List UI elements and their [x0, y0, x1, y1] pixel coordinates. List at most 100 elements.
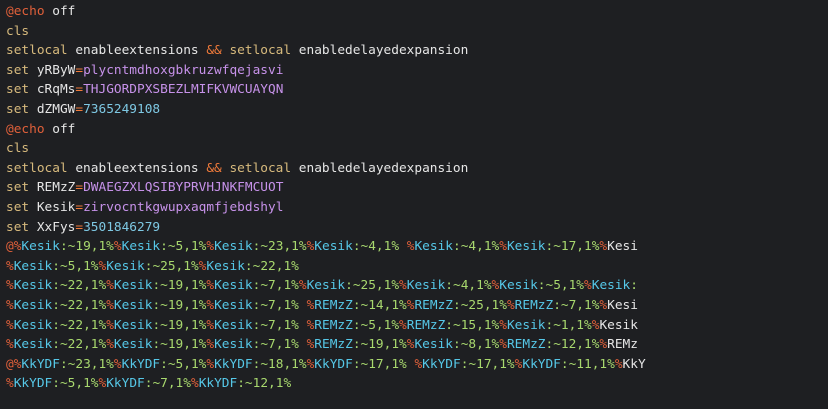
code-token: Kesik:~22,1% [14, 298, 106, 313]
code-token: REMz [607, 337, 638, 353]
variable-name: Kesik [214, 278, 253, 294]
substring-spec: :~17,1% [460, 356, 515, 372]
substring-spec: :~5,1% [52, 258, 99, 274]
variable-name: Kesik [414, 337, 453, 353]
code-token: % [206, 297, 215, 313]
code-token: Kesik:~22,1% [14, 278, 106, 293]
code-line: %Kesik:~5,1%%Kesik:~25,1%%Kesik:~22,1% [6, 257, 828, 277]
variable-name: REMzZ [406, 317, 446, 333]
substring-spec: : [630, 278, 638, 294]
code-token: setlocal [6, 160, 68, 176]
code-token: plycntmdhoxgbkruzwfqejasvi [83, 62, 284, 78]
code-editor[interactable]: @echo off cls setlocal enableextensions &&… [0, 0, 828, 409]
variable-name: Kesik [13, 317, 53, 333]
code-token: enabledelayedexpansion [291, 43, 469, 59]
substring-spec: :~25,1% [345, 278, 400, 294]
substring-spec: :~15,1% [445, 317, 500, 333]
code-token: 7365249108 [83, 101, 161, 117]
code-token: XxFys [29, 219, 76, 235]
substring-spec: :~22,1% [52, 297, 107, 313]
variable-name: Kesik [506, 239, 546, 255]
code-line: cls [6, 22, 828, 42]
variable-name: KkYDF [422, 356, 461, 372]
variable-name: KkYDF [106, 376, 145, 392]
code-token: KkYDF:~5,1% [14, 376, 99, 391]
code-token: REMzZ:~12,1% [507, 337, 599, 352]
code-token: % [614, 356, 623, 372]
variable-name: REMzZ [314, 317, 353, 333]
substring-spec: :~4,1% [453, 239, 500, 255]
code-line: setlocal enableextensions && setlocal en… [6, 41, 828, 61]
code-token: = [75, 199, 84, 215]
variable-name: KkYDF [522, 356, 561, 372]
variable-name: Kesik [106, 258, 145, 274]
code-token: cRqMs [29, 82, 76, 98]
code-token: % [106, 278, 114, 294]
variable-name: Kesik [499, 278, 538, 294]
code-line: %Kesik:~22,1%%Kesik:~19,1%%Kesik:~7,1% %… [6, 296, 828, 316]
code-token: set [6, 199, 30, 215]
code-line: %Kesik:~22,1%%Kesik:~19,1%%Kesik:~7,1%%K… [6, 276, 828, 296]
code-token: % [506, 297, 515, 313]
substring-spec: :~4,1% [352, 239, 400, 255]
code-token: Kesik:~5,1% [14, 259, 99, 274]
substring-spec: :~1,1% [545, 317, 592, 333]
code-line: set Kesik=zirvocntkgwupxaqmfjebdshyl [6, 198, 828, 218]
code-line: %KkYDF:~5,1%%KkYDF:~7,1%%KkYDF:~12,1% [6, 374, 828, 394]
code-token: setlocal [221, 160, 292, 176]
variable-name: Kesik [13, 258, 53, 274]
code-token: % [206, 278, 215, 294]
code-token: Kesik: [592, 278, 638, 293]
substring-spec: :~14,1% [352, 297, 407, 313]
code-token: % [190, 376, 199, 392]
code-token: % [499, 337, 507, 353]
substring-spec: :~4,1% [445, 278, 492, 294]
code-token: off [44, 4, 76, 19]
code-token: % [6, 278, 14, 294]
code-token: REMzZ:~5,1% [314, 318, 399, 333]
variable-name: Kesik [414, 239, 453, 255]
substring-spec: :~7,1% [252, 317, 299, 333]
code-token: % [206, 356, 215, 372]
code-token: % [298, 278, 307, 294]
code-token: Kesik:~19,1% [114, 318, 206, 333]
variable-name: REMzZ [414, 297, 453, 313]
code-line: @%Kesik:~19,1%%Kesik:~5,1%%Kesik:~23,1%%… [6, 237, 828, 257]
substring-spec: :~23,1% [59, 356, 114, 372]
code-token: = [75, 62, 84, 78]
code-token: KkYDF:~17,1% [422, 357, 514, 372]
substring-spec: :~19,1% [152, 337, 207, 353]
substring-spec: :~23,1% [252, 239, 307, 255]
variable-name: Kesik [406, 278, 446, 294]
variable-name: Kesik [506, 317, 546, 333]
code-token: @% [6, 239, 22, 255]
code-token: % [106, 317, 114, 333]
code-token: enabledelayedexpansion [291, 160, 469, 176]
code-token: THJGORDPXSBEZLMIFKVWCUAYQN [83, 82, 284, 98]
code-token: % [399, 317, 407, 333]
substring-spec: :~5,1% [537, 278, 585, 294]
substring-spec: :~25,1% [144, 258, 199, 274]
code-token: Kesik:~4,1% [314, 239, 399, 254]
code-token: % [399, 239, 415, 255]
code-token: % [584, 278, 592, 294]
code-token: set [6, 180, 30, 196]
code-line: set XxFys=3501846279 [6, 218, 828, 238]
code-token: Kesik:~4,1% [407, 278, 492, 293]
code-token: Kesik:~22,1% [14, 337, 106, 352]
code-token: Kesik:~25,1% [307, 278, 399, 293]
code-token: % [6, 317, 14, 333]
code-line: set yRByW=plycntmdhoxgbkruzwfqejasvi [6, 61, 828, 81]
code-token: Kesik:~7,1% [214, 298, 299, 313]
code-token: Kesik:~25,1% [106, 259, 198, 274]
substring-spec: :~19,1% [59, 239, 114, 255]
code-token: % [6, 337, 14, 353]
code-token: = [75, 180, 84, 196]
variable-name: Kesik [306, 278, 346, 294]
variable-name: REMzZ [314, 297, 353, 313]
substring-spec: :~12,1% [237, 376, 292, 392]
variable-name: KkYDF [198, 376, 238, 392]
variable-name: Kesik [113, 317, 153, 333]
variable-name: Kesik [214, 317, 253, 333]
code-token: Kesik:~19,1% [114, 337, 206, 352]
